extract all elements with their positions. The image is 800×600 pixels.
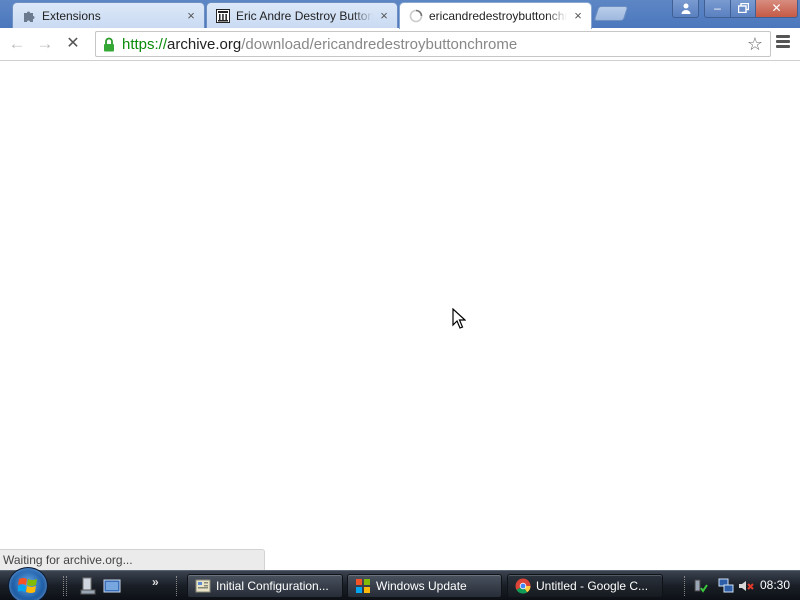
- windows-logo-icon: [18, 578, 37, 593]
- url-text[interactable]: https://archive.org/download/ericandrede…: [122, 36, 517, 53]
- tab-close-icon[interactable]: ×: [377, 8, 391, 23]
- chrome-icon: [515, 578, 531, 594]
- bookmark-star-icon[interactable]: ☆: [745, 34, 765, 54]
- task-label: Windows Update: [376, 579, 467, 593]
- tab-eric-andre[interactable]: Eric Andre Destroy Button Chrome ×: [206, 2, 398, 28]
- new-tab-button[interactable]: [593, 6, 629, 21]
- url-path: /download/ericandredestroybuttonchrome: [241, 35, 518, 53]
- show-desktop-icon[interactable]: [80, 577, 98, 595]
- profile-button[interactable]: [672, 0, 699, 18]
- mouse-cursor-icon: [452, 308, 466, 329]
- task-windows-update[interactable]: Windows Update: [347, 574, 502, 598]
- taskbar-grip[interactable]: [176, 576, 179, 596]
- browser-toolbar: ← → ✕ https://archive.org/download/erica…: [0, 28, 800, 61]
- tab-extensions[interactable]: Extensions ×: [12, 2, 205, 28]
- config-icon: [195, 579, 211, 593]
- volume-muted-icon[interactable]: [738, 578, 754, 594]
- tab-title: Extensions: [42, 8, 101, 23]
- tab-title: Eric Andre Destroy Button Chrome: [236, 8, 373, 23]
- task-label: Initial Configuration...: [216, 579, 329, 593]
- chrome-menu-icon[interactable]: [775, 35, 791, 53]
- restore-icon: [737, 2, 749, 14]
- switch-windows-icon[interactable]: [103, 577, 121, 595]
- close-window-button[interactable]: ✕: [755, 0, 798, 18]
- lock-icon: [102, 36, 116, 52]
- archive-temple-icon: [215, 8, 231, 24]
- tab-close-icon[interactable]: ×: [571, 9, 585, 23]
- restore-button[interactable]: [730, 0, 756, 18]
- address-bar[interactable]: https://archive.org/download/ericandrede…: [95, 31, 771, 57]
- start-button[interactable]: [8, 567, 48, 600]
- back-button[interactable]: ←: [7, 34, 27, 54]
- status-bubble: Waiting for archive.org...: [0, 549, 265, 570]
- page-content: [0, 62, 800, 570]
- task-initial-configuration[interactable]: Initial Configuration...: [187, 574, 343, 598]
- stop-loading-button[interactable]: ✕: [63, 34, 83, 54]
- task-google-chrome[interactable]: Untitled - Google C...: [507, 574, 663, 598]
- tab-ericandredestroybuttonchrome[interactable]: ericandredestroybuttonchrome ×: [399, 2, 592, 29]
- task-label: Untitled - Google C...: [536, 579, 649, 593]
- system-tray: 08:30: [684, 571, 800, 600]
- windows-taskbar: » Initial Configuration... Windows Updat…: [0, 567, 800, 600]
- tab-title: ericandredestroybuttonchrome: [429, 9, 567, 23]
- tab-strip: Extensions × Eric Andre Destroy Button C…: [0, 0, 800, 29]
- quicklaunch-grip[interactable]: [63, 576, 67, 596]
- network-icon[interactable]: [718, 578, 734, 594]
- tab-close-icon[interactable]: ×: [184, 8, 198, 23]
- tray-grip: [684, 576, 687, 596]
- url-scheme: https://: [122, 35, 168, 53]
- windows-update-icon: [356, 579, 370, 593]
- clock[interactable]: 08:30: [760, 578, 790, 592]
- forward-button[interactable]: →: [35, 34, 55, 54]
- url-host: archive.org: [167, 35, 242, 53]
- minimize-button[interactable]: –: [704, 0, 731, 18]
- person-icon: [681, 3, 690, 14]
- puzzle-icon: [21, 8, 37, 24]
- quicklaunch-more-icon[interactable]: »: [152, 575, 170, 593]
- safely-remove-hardware-icon[interactable]: [692, 578, 708, 594]
- loading-spinner-icon: [408, 8, 424, 24]
